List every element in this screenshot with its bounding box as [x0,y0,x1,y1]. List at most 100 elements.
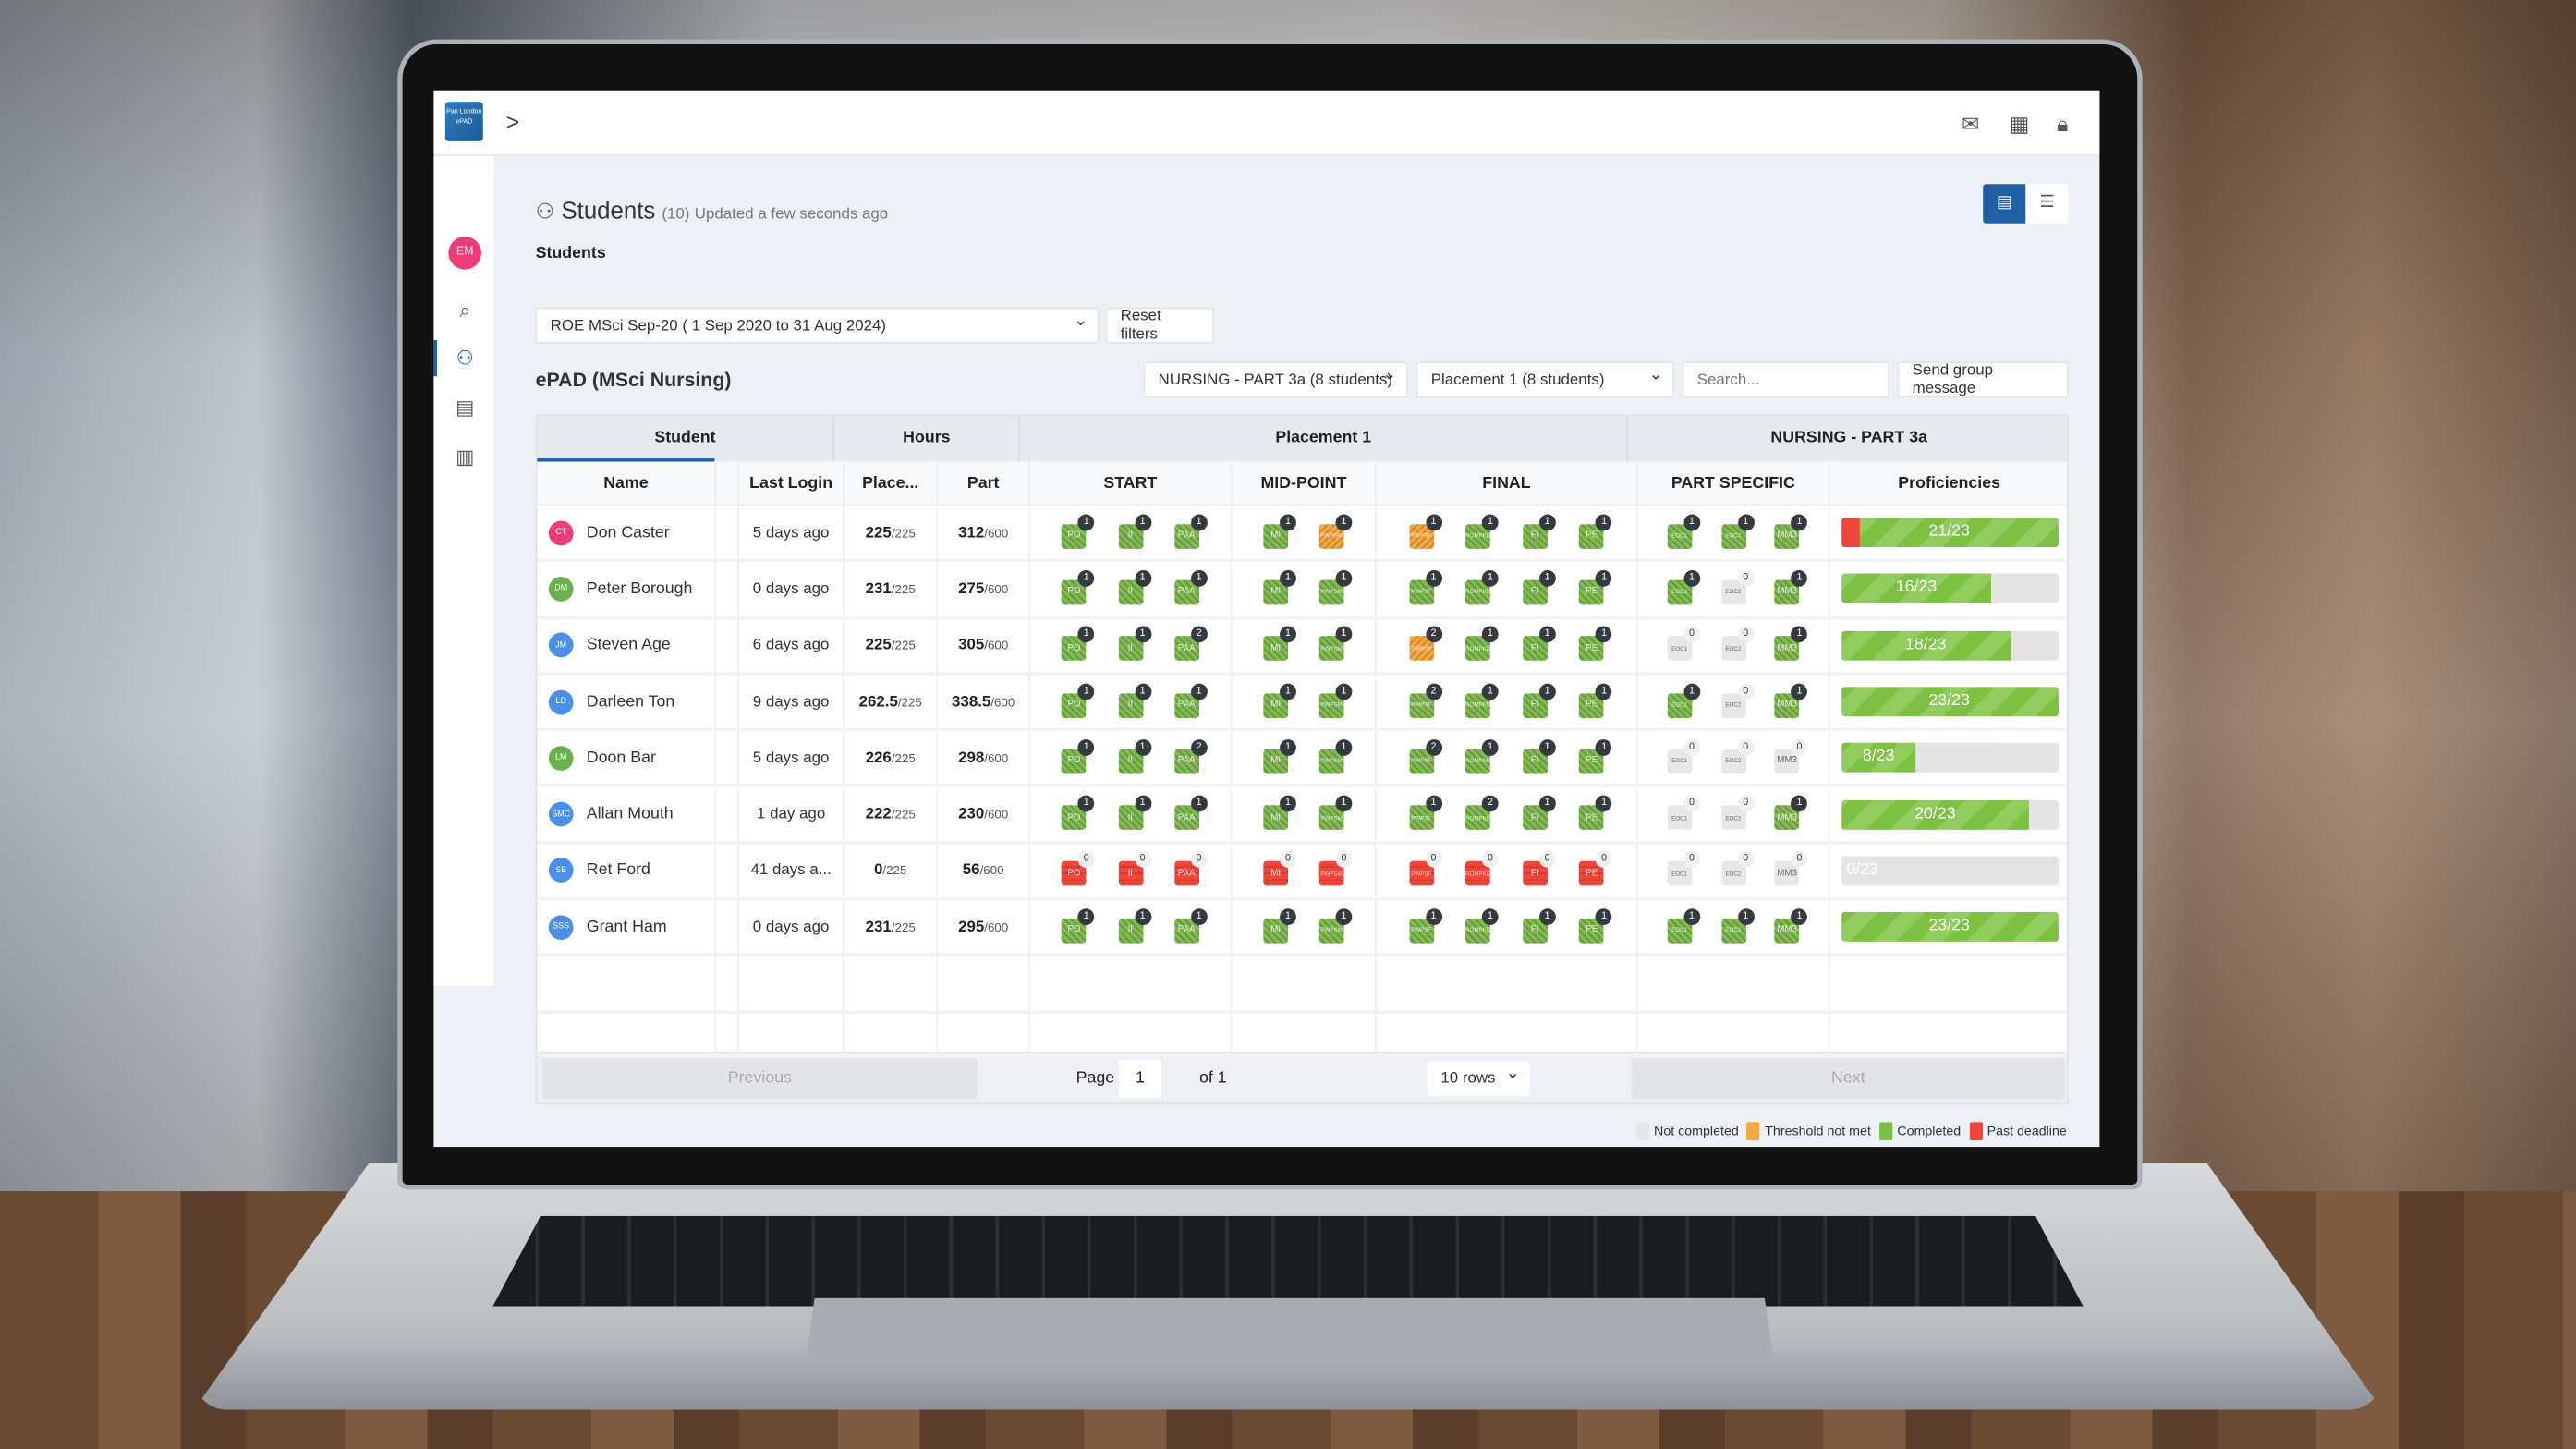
reset-filters-button[interactable]: Reset filters [1105,307,1214,344]
assessment-tile[interactable]: PWPSM 1 [1318,738,1353,774]
assessment-tile[interactable]: PAA 2 [1173,626,1208,662]
column-header[interactable]: MID-POINT [1233,461,1378,505]
assessment-tile[interactable]: EOC1 1 [1667,907,1700,944]
assessment-tile[interactable]: ROMPKD 1 [1465,513,1499,549]
column-header[interactable]: Name [537,461,717,505]
assessment-tile[interactable]: MM3 1 [1774,626,1808,662]
assessment-tile[interactable]: EOC2 0 [1720,569,1755,605]
table-row[interactable]: DM Peter Borough 0 days ago 231/225 275/600 P… [537,562,2071,619]
student-name[interactable]: Ret Ford [587,861,650,880]
calculator-icon[interactable]: ▥ [452,445,478,471]
assessment-tile[interactable]: PO 1 [1062,738,1095,774]
assessment-tile[interactable]: MI 1 [1263,626,1296,662]
assessment-tile[interactable]: II 1 [1117,626,1151,662]
assessment-tile[interactable]: EOC1 1 [1667,569,1700,605]
search-input[interactable] [1682,361,1889,398]
assessment-tile[interactable]: FI 1 [1522,795,1556,831]
student-name[interactable]: Darleen Ton [587,693,675,712]
student-name[interactable]: Allan Mouth [587,805,674,823]
proficiency-bar[interactable]: 16/23 [1841,574,2059,604]
assessment-tile[interactable]: MM3 1 [1774,569,1808,605]
assessment-tile[interactable]: II 1 [1117,738,1151,774]
column-header[interactable]: FINAL [1377,461,1638,505]
table-row[interactable]: LM Doon Bar 5 days ago 226/225 298/600 PO 1 II 1… [537,731,2071,788]
assessment-tile[interactable]: PWPSF 1 [1408,513,1442,549]
assessment-tile[interactable]: PAA 1 [1173,907,1208,944]
cohort-select[interactable]: ROE MSci Sep-20 ( 1 Sep 2020 to 31 Aug 2… [535,307,1100,344]
part-select[interactable]: NURSING - PART 3a (8 students) [1143,361,1408,398]
assessment-tile[interactable]: MI 1 [1263,569,1296,605]
assessment-tile[interactable]: MI 1 [1263,795,1296,831]
assessment-tile[interactable]: II 1 [1117,795,1151,831]
student-name[interactable]: Doon Bar [587,749,656,767]
student-name[interactable]: Grant Ham [587,918,667,936]
assessment-tile[interactable]: MI 1 [1263,682,1296,718]
student-name[interactable]: Peter Borough [587,580,693,599]
assessment-tile[interactable]: ROMPKD 1 [1465,738,1499,774]
page-number-input[interactable]: 1 [1118,1059,1162,1098]
search-icon[interactable]: ⌕ [452,299,478,325]
next-button[interactable]: Next [1631,1058,2066,1100]
assessment-tile[interactable]: PO 1 [1062,907,1095,944]
previous-button[interactable]: Previous [541,1058,978,1100]
assessment-tile[interactable]: PWPSF 1 [1408,569,1442,605]
assessment-tile[interactable]: EOC2 0 [1720,682,1755,718]
table-row[interactable]: SMC Allan Mouth 1 day ago 222/225 230/600 PO 1… [537,787,2071,845]
assessment-tile[interactable]: PAA 0 [1173,851,1208,887]
column-header[interactable]: START [1030,461,1233,505]
assessment-tile[interactable]: ROMPKD 1 [1465,626,1499,662]
proficiency-bar[interactable]: 23/23 [1841,687,2059,717]
assessment-tile[interactable]: PWPSF 1 [1408,795,1442,831]
assessment-tile[interactable]: MM3 0 [1774,851,1808,887]
assessment-tile[interactable]: PWPSF 2 [1408,682,1442,718]
assessment-tile[interactable]: II 1 [1117,682,1151,718]
assessment-tile[interactable]: EOC1 0 [1667,626,1700,662]
table-row[interactable]: SB Ret Ford 41 days a... 0/225 56/600 PO 0 II 0 P… [537,844,2071,901]
assessment-tile[interactable]: EOC2 0 [1720,738,1755,774]
assessment-tile[interactable]: II 1 [1117,569,1151,605]
assessment-tile[interactable]: II 1 [1117,513,1151,549]
assessment-tile[interactable]: PO 1 [1062,682,1095,718]
assessment-tile[interactable]: PWPSM 1 [1318,513,1353,549]
assessment-tile[interactable]: II 1 [1117,907,1151,944]
assessment-tile[interactable]: PO 0 [1062,851,1095,887]
assessment-tile[interactable]: PWPSF 0 [1408,851,1442,887]
assessment-tile[interactable]: FI 1 [1522,569,1556,605]
assessment-tile[interactable]: EOC1 1 [1667,682,1700,718]
assessment-tile[interactable]: PAA 1 [1173,569,1208,605]
assessment-tile[interactable]: PWPSF 2 [1408,626,1442,662]
proficiency-bar[interactable]: 18/23 [1841,630,2059,661]
column-header[interactable]: Place... [844,461,939,505]
proficiency-bar[interactable]: 20/23 [1841,799,2059,830]
assessment-tile[interactable]: II 0 [1117,851,1151,887]
assessment-tile[interactable]: MM3 1 [1774,907,1808,944]
assessment-tile[interactable]: PWPSM 1 [1318,626,1353,662]
assessment-tile[interactable]: EOC1 0 [1667,851,1700,887]
column-header[interactable]: Proficiencies [1830,461,2071,505]
assessment-tile[interactable]: PO 1 [1062,626,1095,662]
assessment-tile[interactable]: MI 1 [1263,513,1296,549]
assessment-tile[interactable]: EOC1 1 [1667,513,1700,549]
user-avatar[interactable]: EM [448,237,481,270]
assessment-tile[interactable]: EOC2 0 [1720,626,1755,662]
assessment-tile[interactable]: FI 1 [1522,682,1556,718]
assessment-tile[interactable]: PO 1 [1062,795,1095,831]
students-icon[interactable]: ⚇ [452,347,478,372]
assessment-tile[interactable]: PWPSM 1 [1318,682,1353,718]
assessment-tile[interactable]: PE 1 [1579,513,1612,549]
assessment-tile[interactable]: PAA 1 [1173,513,1208,549]
assessment-tile[interactable]: EOC1 0 [1667,738,1700,774]
assessment-tile[interactable]: PE 1 [1579,682,1612,718]
student-name[interactable]: Steven Age [587,637,671,655]
grid-icon[interactable]: ▦ [2010,112,2030,138]
assessment-tile[interactable]: PE 1 [1579,626,1612,662]
column-header[interactable]: Last Login [739,461,844,505]
mail-icon[interactable]: ✉ [1962,112,1979,138]
assessment-tile[interactable]: PWPSF 2 [1408,738,1442,774]
assessment-tile[interactable]: FI 1 [1522,738,1556,774]
proficiency-bar[interactable]: 23/23 [1841,912,2059,943]
assessment-tile[interactable]: PE 1 [1579,738,1612,774]
assessment-tile[interactable]: EOC2 1 [1720,513,1755,549]
assessment-tile[interactable]: PWPSF 1 [1408,907,1442,944]
proficiency-bar[interactable]: 21/23 [1841,518,2059,548]
